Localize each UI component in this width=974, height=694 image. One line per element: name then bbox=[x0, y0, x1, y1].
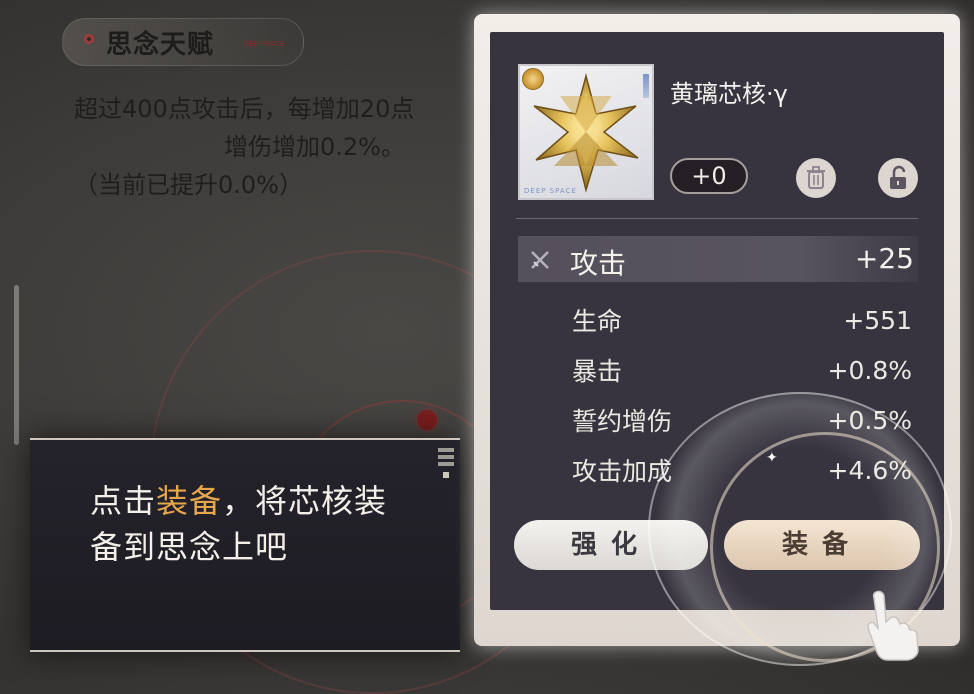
tutorial-text: 点击装备，将芯核装备到思念上吧 bbox=[90, 478, 420, 570]
tutorial-text-highlight: 装备 bbox=[156, 482, 223, 520]
equip-button[interactable]: 装备 bbox=[724, 520, 920, 570]
tutorial-popup: 点击装备，将芯核装备到思念上吧 bbox=[30, 438, 460, 652]
sub-stat-name: 生命 bbox=[572, 307, 623, 336]
sub-stat-name: 攻击加成 bbox=[572, 457, 673, 486]
core-crystal-icon bbox=[533, 73, 639, 193]
talent-bullet-icon bbox=[84, 34, 94, 44]
lock-button[interactable] bbox=[878, 158, 918, 198]
card-divider bbox=[516, 218, 918, 219]
sub-stat-name: 誓约增伤 bbox=[572, 407, 673, 436]
talent-node-dot[interactable] bbox=[417, 410, 437, 430]
item-thumbnail: DEEP SPACE bbox=[518, 64, 654, 200]
talent-title: 思念天赋 bbox=[106, 30, 215, 60]
main-stat-name: 攻击 bbox=[570, 247, 627, 280]
thumb-label: DEEP SPACE bbox=[524, 187, 577, 195]
tutorial-text-prefix: 点击 bbox=[90, 482, 157, 520]
menu-icon bbox=[438, 448, 454, 478]
sub-stat-name: 暴击 bbox=[572, 357, 623, 386]
talent-description-tail: 增伤增加0.2%。 bbox=[224, 133, 405, 161]
lock-open-icon bbox=[890, 165, 906, 189]
sub-stat-value: +4.6% bbox=[827, 456, 912, 485]
main-stat-value: +25 bbox=[854, 242, 914, 275]
item-name: 黄璃芯核·γ bbox=[670, 80, 788, 108]
sub-stat-value: +551 bbox=[843, 306, 912, 335]
sub-stat-value: +0.8% bbox=[827, 356, 912, 385]
sub-stat-value: +0.5% bbox=[827, 406, 912, 435]
trash-icon bbox=[807, 166, 825, 189]
talent-progress: （当前已提升0.0%） bbox=[74, 171, 303, 199]
talent-description-text: 超过400点攻击后，每增加20点 bbox=[74, 95, 415, 123]
crossed-swords-icon bbox=[531, 251, 549, 269]
discard-button[interactable] bbox=[796, 158, 836, 198]
item-level: +0 bbox=[670, 158, 748, 194]
scrollbar[interactable] bbox=[14, 285, 19, 445]
upgrade-button[interactable]: 强化 bbox=[514, 520, 708, 570]
talent-deco-text: DEEPSPACE bbox=[244, 40, 285, 48]
sparkle-icon: ✦ bbox=[766, 450, 778, 466]
hand-pointer-icon bbox=[867, 590, 919, 661]
page-dots: ••• bbox=[834, 610, 858, 621]
